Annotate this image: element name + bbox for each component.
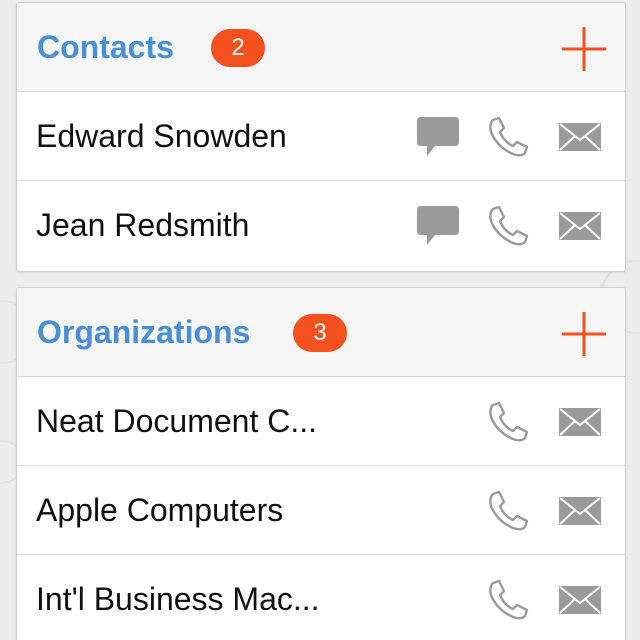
organizations-header: Organizations 3 bbox=[17, 288, 625, 377]
call-button[interactable] bbox=[485, 488, 531, 534]
mail-icon bbox=[559, 408, 601, 436]
mail-icon bbox=[559, 123, 601, 151]
message-button[interactable] bbox=[415, 203, 461, 249]
email-button[interactable] bbox=[557, 399, 603, 445]
email-button[interactable] bbox=[557, 203, 603, 249]
contacts-header: Contacts 2 bbox=[17, 3, 625, 92]
email-button[interactable] bbox=[557, 577, 603, 623]
mail-icon bbox=[559, 212, 601, 240]
add-organization-button[interactable] bbox=[561, 311, 607, 357]
call-button[interactable] bbox=[485, 203, 531, 249]
organizations-title: Organizations bbox=[37, 314, 251, 350]
contact-row[interactable]: Edward Snowden bbox=[17, 92, 625, 181]
plus-icon bbox=[562, 27, 606, 71]
plus-icon bbox=[562, 312, 606, 356]
phone-icon bbox=[489, 490, 529, 531]
call-button[interactable] bbox=[485, 577, 531, 623]
contacts-section: Contacts 2 Edward Snowden Jean Redsmith bbox=[16, 2, 626, 272]
organization-row[interactable]: Int'l Business Mac... bbox=[17, 555, 625, 640]
call-button[interactable] bbox=[485, 399, 531, 445]
message-icon bbox=[417, 117, 459, 156]
call-button[interactable] bbox=[485, 114, 531, 160]
organization-row[interactable]: Apple Computers bbox=[17, 466, 625, 555]
mail-icon bbox=[559, 497, 601, 525]
message-icon bbox=[417, 206, 459, 245]
phone-icon bbox=[489, 579, 529, 620]
message-button[interactable] bbox=[415, 114, 461, 160]
contact-row[interactable]: Jean Redsmith bbox=[17, 181, 625, 270]
organization-name: Int'l Business Mac... bbox=[36, 581, 320, 617]
contacts-count-badge: 2 bbox=[211, 29, 265, 67]
organization-name: Apple Computers bbox=[36, 492, 284, 528]
organizations-section: Organizations 3 Neat Document C... Apple… bbox=[16, 287, 626, 640]
contact-name: Edward Snowden bbox=[36, 118, 287, 154]
email-button[interactable] bbox=[557, 488, 603, 534]
email-button[interactable] bbox=[557, 114, 603, 160]
phone-icon bbox=[489, 205, 529, 246]
phone-icon bbox=[489, 116, 529, 157]
add-contact-button[interactable] bbox=[561, 26, 607, 72]
organization-name: Neat Document C... bbox=[36, 403, 317, 439]
mail-icon bbox=[559, 586, 601, 614]
phone-icon bbox=[489, 401, 529, 442]
contacts-title: Contacts bbox=[37, 29, 174, 65]
organization-row[interactable]: Neat Document C... bbox=[17, 377, 625, 466]
organizations-count-badge: 3 bbox=[293, 314, 347, 352]
contact-name: Jean Redsmith bbox=[36, 207, 250, 243]
